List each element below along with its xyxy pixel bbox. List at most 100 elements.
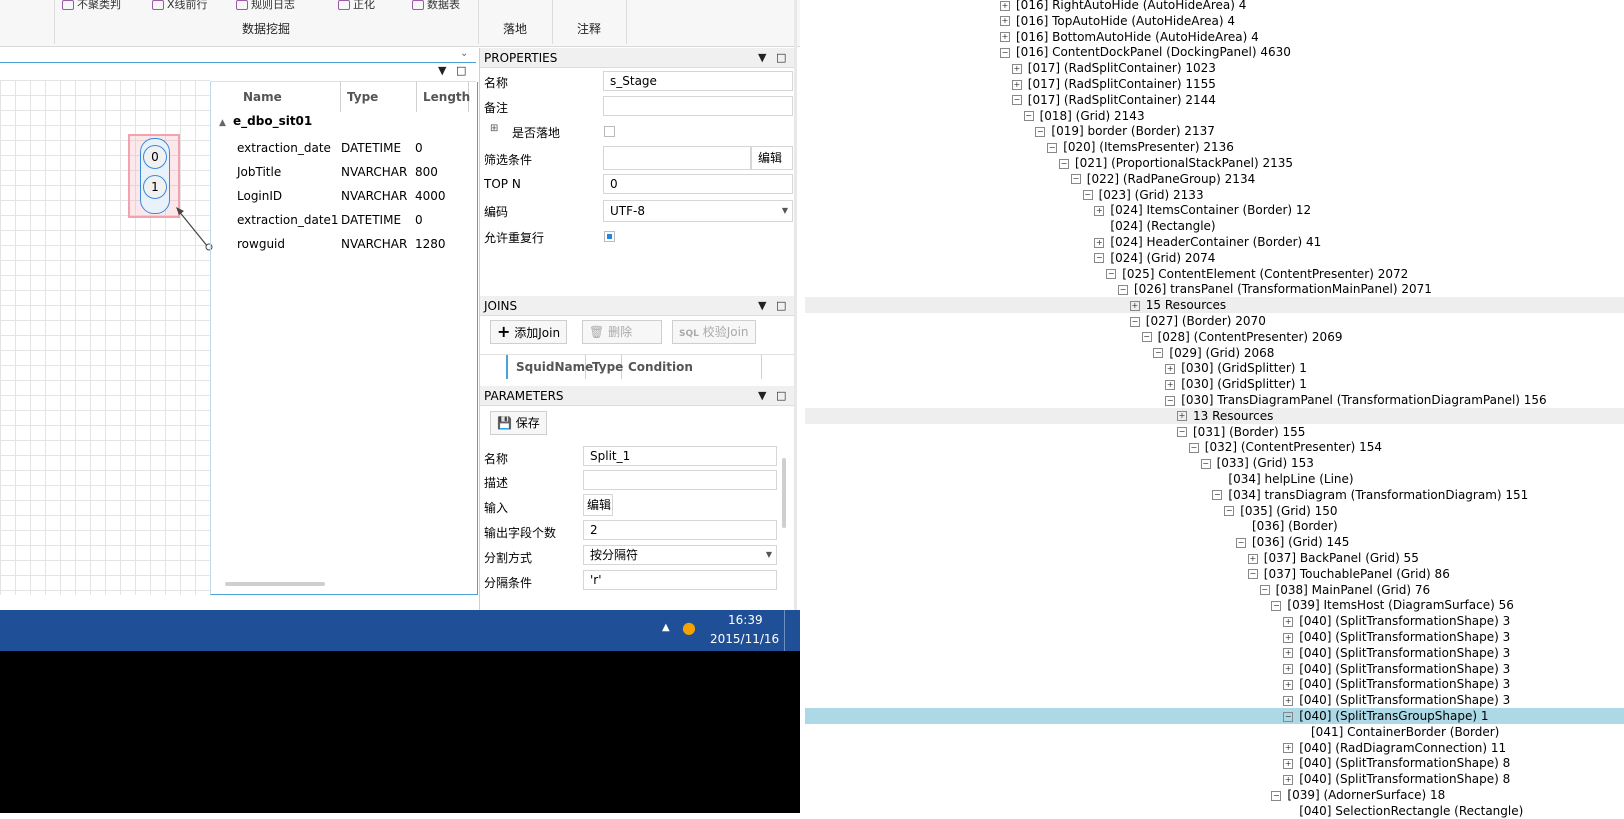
joins-column-type[interactable]: Type bbox=[586, 355, 623, 379]
tree-node[interactable]: + [016] BottomAutoHide (AutoHideArea) 4 bbox=[1000, 29, 1259, 45]
tree-expand-icon[interactable]: + bbox=[1094, 205, 1105, 216]
tree-node[interactable]: − [033] (Grid) 153 bbox=[1200, 455, 1314, 471]
tree-node[interactable]: − [037] TouchablePanel (Grid) 86 bbox=[1247, 566, 1450, 582]
ribbon-cut-item-4[interactable]: 数据表 bbox=[412, 0, 460, 12]
tree-expand-icon[interactable]: + bbox=[1283, 648, 1294, 659]
tree-collapse-icon[interactable]: − bbox=[1153, 348, 1164, 359]
property-remark-field[interactable] bbox=[603, 96, 793, 116]
tree-expand-icon[interactable]: + bbox=[1165, 379, 1176, 390]
tree-collapse-icon[interactable]: − bbox=[1259, 585, 1270, 596]
tree-node[interactable]: [036] (Border) bbox=[1236, 518, 1338, 534]
tree-node[interactable]: [040] SelectionRectangle (Rectangle) bbox=[1283, 803, 1523, 819]
tree-node[interactable]: + [040] (SplitTransformationShape) 8 bbox=[1283, 755, 1510, 771]
tree-node[interactable]: − [039] ItemsHost (DiagramSurface) 56 bbox=[1271, 597, 1514, 613]
tree-node[interactable]: + [040] (SplitTransformationShape) 3 bbox=[1283, 613, 1510, 629]
tree-node[interactable]: + [040] (SplitTransformationShape) 8 bbox=[1283, 771, 1510, 787]
ribbon-cut-item-0[interactable]: 不聚类判 bbox=[62, 0, 121, 12]
tree-collapse-icon[interactable]: − bbox=[1283, 711, 1294, 722]
tree-expand-icon[interactable]: + bbox=[1177, 411, 1187, 422]
tree-node[interactable]: − [024] (Grid) 2074 bbox=[1094, 250, 1215, 266]
tree-collapse-icon[interactable]: − bbox=[1188, 442, 1199, 453]
ribbon-cut-item-2[interactable]: 规则日志 bbox=[236, 0, 295, 12]
tree-node[interactable]: − [036] (Grid) 145 bbox=[1236, 534, 1349, 550]
tree-node[interactable]: − [038] MainPanel (Grid) 76 bbox=[1259, 582, 1430, 598]
tree-collapse-icon[interactable]: − bbox=[1035, 126, 1046, 137]
tree-collapse-icon[interactable]: − bbox=[1106, 269, 1117, 280]
tree-expand-icon[interactable]: + bbox=[1283, 664, 1294, 675]
tree-node[interactable]: − [019] border (Border) 2137 bbox=[1035, 123, 1215, 139]
tree-collapse-icon[interactable]: − bbox=[1271, 600, 1282, 611]
tree-expand-icon[interactable]: + bbox=[1283, 743, 1294, 754]
property-name-field[interactable]: s_Stage bbox=[603, 71, 793, 91]
tree-node[interactable]: − [028] (ContentPresenter) 2069 bbox=[1141, 329, 1342, 345]
panel-menu-dropdown-icon[interactable]: ▼ bbox=[438, 64, 446, 77]
tree-collapse-icon[interactable]: − bbox=[1059, 158, 1069, 169]
expand-plus-icon[interactable]: ⊞ bbox=[490, 123, 498, 134]
ribbon-cut-item-3[interactable]: 正化 bbox=[338, 0, 375, 12]
tree-collapse-icon[interactable]: − bbox=[1082, 190, 1093, 201]
panel-pin-icon[interactable]: □ bbox=[456, 64, 466, 77]
tree-collapse-icon[interactable]: − bbox=[1094, 253, 1105, 264]
tree-node[interactable]: + [040] (SplitTransformationShape) 3 bbox=[1283, 692, 1510, 708]
column-header-name[interactable]: Name bbox=[237, 82, 341, 112]
tree-node[interactable]: + [040] (SplitTransformationShape) 3 bbox=[1283, 645, 1510, 661]
tree-node[interactable]: + [040] (RadDiagramConnection) 11 bbox=[1283, 740, 1506, 756]
show-desktop-button[interactable] bbox=[784, 610, 795, 651]
parameters-vertical-scrollbar[interactable] bbox=[780, 448, 790, 588]
tree-collapse-icon[interactable]: − bbox=[1224, 506, 1235, 517]
tree-node[interactable]: +13 Resources bbox=[1177, 408, 1273, 424]
tree-expand-icon[interactable]: + bbox=[1011, 79, 1022, 90]
param-separator-field[interactable]: 'r' bbox=[583, 570, 777, 590]
column-header-type[interactable]: Type bbox=[341, 82, 417, 112]
tree-collapse-icon[interactable]: − bbox=[1047, 142, 1058, 153]
tree-node[interactable]: − [039] (AdornerSurface) 18 bbox=[1271, 787, 1445, 803]
param-input-edit-button[interactable]: 编辑 bbox=[583, 494, 613, 516]
tree-node[interactable]: + [040] (SplitTransformationShape) 3 bbox=[1283, 629, 1510, 645]
taskbar-clock-time[interactable]: 16:39 bbox=[728, 613, 763, 627]
column-header-length[interactable]: Length bbox=[417, 82, 470, 112]
tree-node[interactable]: − [032] (ContentPresenter) 154 bbox=[1188, 439, 1382, 455]
tree-collapse-icon[interactable]: − bbox=[1118, 284, 1128, 295]
tree-expand-icon[interactable]: + bbox=[1283, 632, 1294, 643]
tree-node[interactable]: − [031] (Border) 155 bbox=[1177, 424, 1305, 440]
tree-expand-icon[interactable]: + bbox=[1000, 32, 1010, 43]
delete-join-button[interactable]: 🗑 删除 bbox=[582, 320, 662, 344]
tree-node[interactable]: − [016] ContentDockPanel (DockingPanel) 4… bbox=[1000, 44, 1291, 60]
tree-expand-icon[interactable]: + bbox=[1283, 679, 1294, 690]
tree-node[interactable]: − [035] (Grid) 150 bbox=[1224, 503, 1338, 519]
group-collapse-triangle-icon[interactable]: ▲ bbox=[219, 118, 226, 128]
tree-node[interactable]: − [023] (Grid) 2133 bbox=[1082, 187, 1204, 203]
joins-column-condition[interactable]: Condition bbox=[622, 355, 762, 379]
panel-pin-icon[interactable]: □ bbox=[776, 386, 786, 406]
scrollbar-thumb[interactable] bbox=[782, 458, 786, 528]
split-shape-capsule[interactable]: 0 1 bbox=[140, 138, 170, 214]
encoding-select[interactable]: UTF-8 ▼ bbox=[603, 200, 793, 222]
tree-node[interactable]: − [018] (Grid) 2143 bbox=[1023, 108, 1145, 124]
panel-pin-icon[interactable]: □ bbox=[776, 48, 786, 68]
save-parameters-button[interactable]: 💾 保存 bbox=[490, 411, 547, 435]
tree-collapse-icon[interactable]: − bbox=[1200, 458, 1211, 469]
tree-expand-icon[interactable]: + bbox=[1283, 616, 1294, 627]
tree-collapse-icon[interactable]: − bbox=[1141, 332, 1152, 343]
tree-expand-icon[interactable]: + bbox=[1283, 758, 1294, 769]
tree-collapse-icon[interactable]: − bbox=[1271, 790, 1282, 801]
tree-node[interactable]: + [016] TopAutoHide (AutoHideArea) 4 bbox=[1000, 13, 1235, 29]
tree-expand-icon[interactable]: + bbox=[1165, 363, 1176, 374]
tree-node[interactable]: +15 Resources bbox=[1129, 297, 1226, 313]
joins-column-squidname[interactable]: SquidName bbox=[510, 355, 593, 379]
panel-pin-icon[interactable]: □ bbox=[776, 296, 786, 316]
tree-expand-icon[interactable]: + bbox=[1247, 553, 1258, 564]
tree-expand-icon[interactable]: + bbox=[1011, 63, 1022, 74]
tree-node[interactable]: + [040] (SplitTransformationShape) 3 bbox=[1283, 676, 1510, 692]
tree-expand-icon[interactable]: + bbox=[1094, 237, 1105, 248]
tree-expand-icon[interactable]: + bbox=[1283, 695, 1294, 706]
panel-menu-dropdown-icon[interactable]: ▼ bbox=[758, 386, 766, 406]
tree-node[interactable]: + [016] RightAutoHide (AutoHideArea) 4 bbox=[1000, 0, 1246, 13]
diagram-connection-arrow[interactable] bbox=[170, 200, 215, 252]
tree-node[interactable]: + [037] BackPanel (Grid) 55 bbox=[1247, 550, 1419, 566]
taskbar-clock-date[interactable]: 2015/11/16 bbox=[710, 632, 779, 646]
tree-node[interactable]: + [030] (GridSplitter) 1 bbox=[1165, 360, 1307, 376]
tree-node[interactable]: + [030] (GridSplitter) 1 bbox=[1165, 376, 1307, 392]
filter-edit-button[interactable]: 编辑 bbox=[751, 146, 793, 170]
tree-node[interactable]: + [024] ItemsContainer (Border) 12 bbox=[1094, 202, 1311, 218]
